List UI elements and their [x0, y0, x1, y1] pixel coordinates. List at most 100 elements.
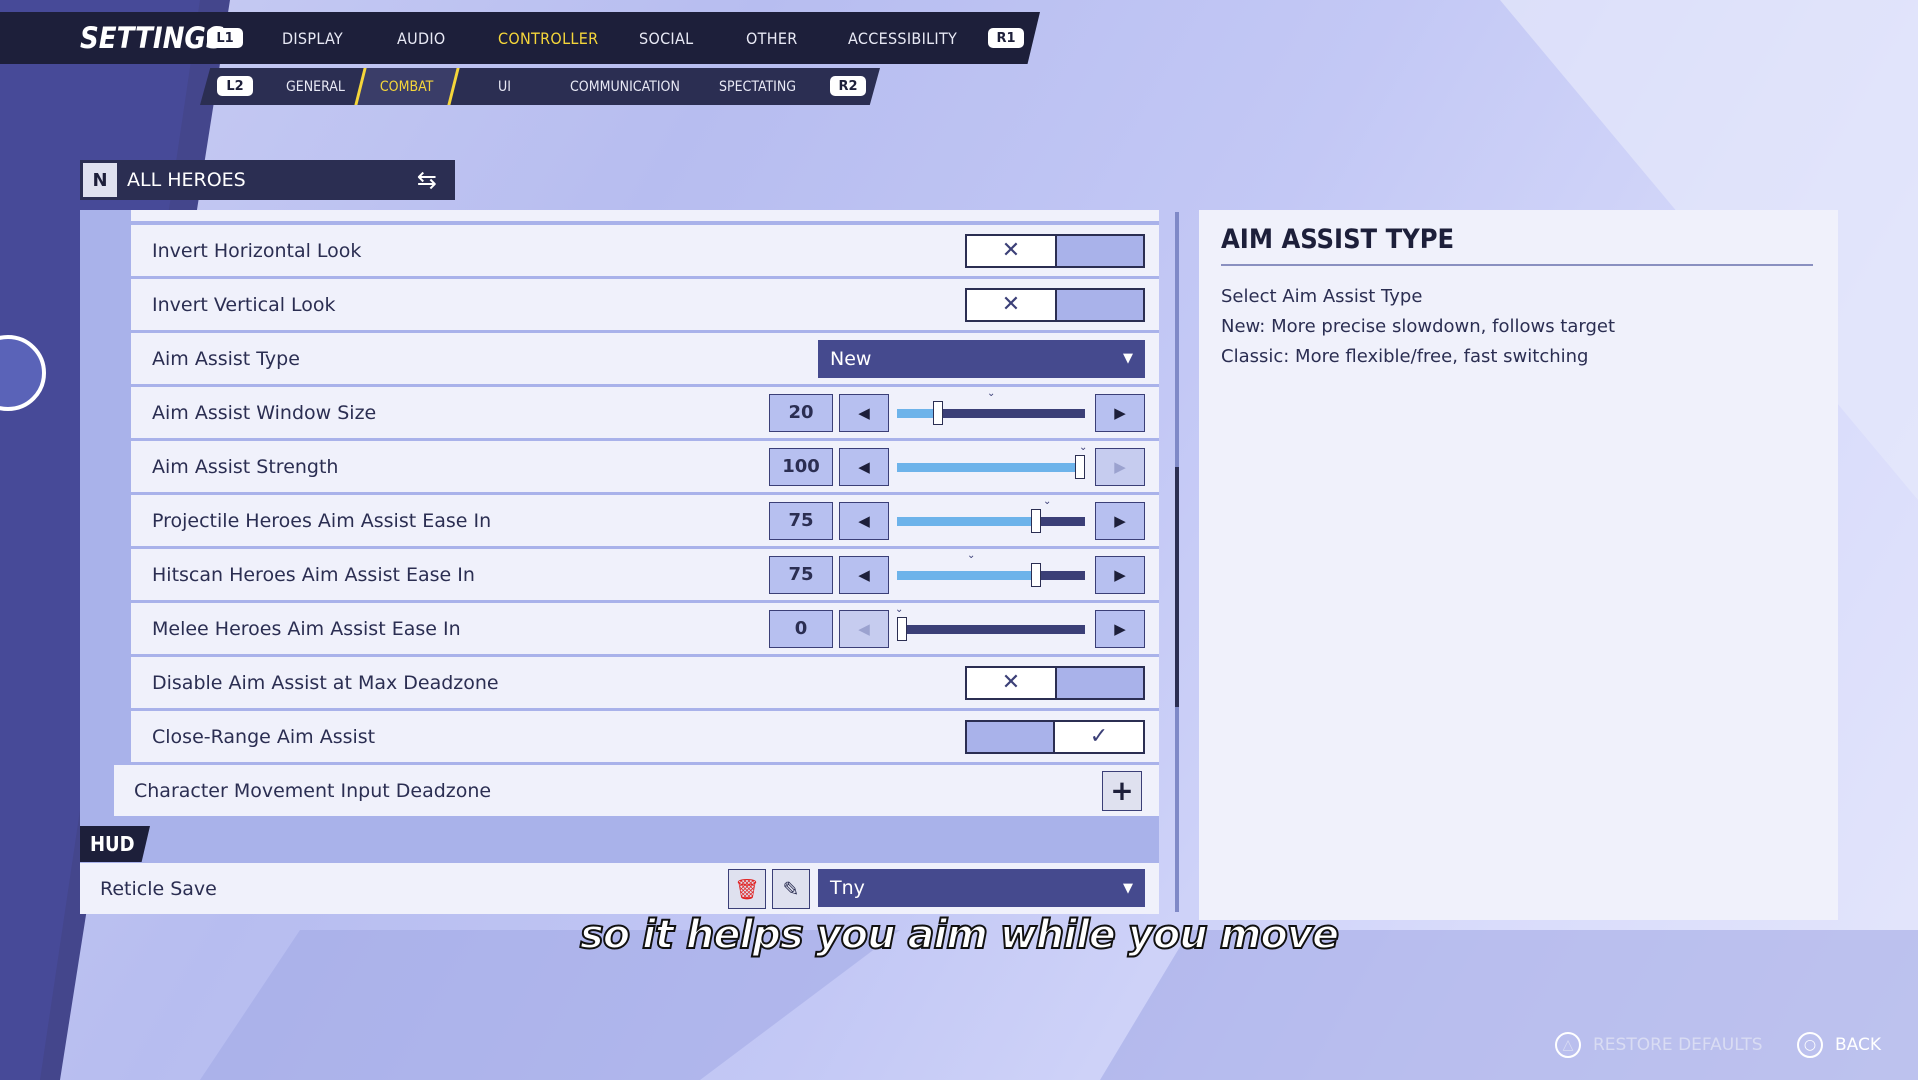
setting-label: Hitscan Heroes Aim Assist Ease In — [152, 563, 475, 586]
setting-label: Invert Vertical Look — [152, 293, 336, 316]
toggle-off-option[interactable]: ✕ — [965, 233, 1057, 268]
info-line: Classic: More flexible/free, fast switch… — [1221, 346, 1589, 367]
r1-badge[interactable]: R1 — [988, 28, 1024, 48]
aim-window-size-slider[interactable]: 20 ◀ ⌄ ▶ — [769, 388, 1145, 432]
setting-reticle-save[interactable]: Reticle Save 🗑 ✎ Tny ▼ — [80, 863, 1159, 914]
decrease-button[interactable]: ◀ — [839, 501, 889, 540]
slider-value: 75 — [769, 555, 833, 594]
setting-aim-window-size[interactable]: Aim Assist Window Size 20 ◀ ⌄ ▶ — [131, 387, 1159, 438]
toggle-off-option[interactable] — [967, 722, 1055, 752]
setting-label: Projectile Heroes Aim Assist Ease In — [152, 509, 492, 532]
aim-assist-type-dropdown[interactable]: New ▼ — [818, 339, 1145, 378]
tab-controller[interactable]: CONTROLLER — [498, 12, 598, 64]
scrollbar-thumb[interactable] — [1175, 467, 1179, 707]
decrease-button[interactable]: ◀ — [839, 393, 889, 432]
slider-fill — [897, 462, 1080, 472]
r2-badge[interactable]: R2 — [830, 76, 866, 96]
invert-horizontal-toggle[interactable]: ✕ — [965, 233, 1145, 268]
slider-track[interactable]: ⌄ — [897, 496, 1085, 533]
increase-button[interactable]: ▶ — [1095, 447, 1145, 486]
setting-label: Invert Horizontal Look — [152, 239, 362, 262]
tab-accessibility[interactable]: ACCESSIBILITY — [848, 12, 957, 64]
close-range-toggle[interactable]: ✓ — [965, 719, 1145, 754]
chevron-down-icon: ▼ — [1123, 351, 1133, 366]
tab-display[interactable]: DISPLAY — [282, 12, 343, 64]
slider-track[interactable]: ⌄ — [897, 550, 1085, 587]
circle-button-icon: ○ — [1797, 1032, 1823, 1058]
aim-strength-slider[interactable]: 100 ◀ ⌄ ▶ — [769, 442, 1145, 486]
restore-defaults-label: RESTORE DEFAULTS — [1593, 1035, 1763, 1055]
subtab-communication[interactable]: COMMUNICATION — [570, 68, 680, 105]
tab-audio[interactable]: AUDIO — [397, 12, 446, 64]
slider-value: 75 — [769, 501, 833, 540]
restore-defaults-button[interactable]: △ RESTORE DEFAULTS — [1555, 1032, 1763, 1058]
subtab-combat[interactable]: COMBAT — [354, 68, 460, 105]
top-nav-bar: SETTINGS L1 DISPLAY AUDIO CONTROLLER SOC… — [0, 12, 1040, 64]
x-icon: ✕ — [1001, 292, 1021, 317]
setting-invert-horizontal[interactable]: Invert Horizontal Look ✕ — [131, 225, 1159, 276]
increase-button[interactable]: ▶ — [1095, 501, 1145, 540]
setting-label: Disable Aim Assist at Max Deadzone — [152, 671, 499, 694]
setting-label: Melee Heroes Aim Assist Ease In — [152, 617, 461, 640]
setting-projectile-ease[interactable]: Projectile Heroes Aim Assist Ease In 75 … — [131, 495, 1159, 546]
back-button[interactable]: ○ BACK — [1797, 1032, 1881, 1058]
hero-selector[interactable]: N ALL HEROES ⇆ — [80, 160, 455, 200]
slider-thumb[interactable] — [933, 400, 943, 425]
setting-aim-assist-type[interactable]: Aim Assist Type New ▼ — [131, 333, 1159, 384]
increase-button[interactable]: ▶ — [1095, 393, 1145, 432]
slider-thumb[interactable] — [897, 616, 907, 641]
setting-melee-ease[interactable]: Melee Heroes Aim Assist Ease In 0 ◀ ⌄ ▶ — [131, 603, 1159, 654]
melee-ease-slider[interactable]: 0 ◀ ⌄ ▶ — [769, 604, 1145, 648]
slider-thumb[interactable] — [1075, 454, 1085, 479]
l1-badge[interactable]: L1 — [207, 28, 243, 48]
info-panel: AIM ASSIST TYPE Select Aim Assist Type N… — [1199, 210, 1838, 920]
setting-movement-deadzone[interactable]: Character Movement Input Deadzone + — [114, 765, 1159, 816]
toggle-on-option[interactable]: ✓ — [1053, 719, 1145, 754]
increase-button[interactable]: ▶ — [1095, 609, 1145, 648]
l2-badge[interactable]: L2 — [217, 76, 253, 96]
tab-social[interactable]: SOCIAL — [639, 12, 693, 64]
subtab-general[interactable]: GENERAL — [286, 68, 345, 105]
increase-button[interactable]: ▶ — [1095, 555, 1145, 594]
invert-vertical-toggle[interactable]: ✕ — [965, 287, 1145, 322]
subtab-combat-label: COMBAT — [380, 78, 434, 95]
decrease-button[interactable]: ◀ — [839, 609, 889, 648]
slider-value: 20 — [769, 393, 833, 432]
toggle-off-option[interactable]: ✕ — [965, 287, 1057, 322]
slider-track[interactable]: ⌄ — [897, 388, 1085, 425]
slider-track[interactable]: ⌄ — [895, 604, 1085, 641]
info-title: AIM ASSIST TYPE — [1221, 224, 1455, 255]
toggle-off-option[interactable]: ✕ — [965, 665, 1057, 700]
edit-icon[interactable]: ✎ — [772, 869, 810, 909]
tab-other[interactable]: OTHER — [746, 12, 798, 64]
trash-icon[interactable]: 🗑 — [728, 869, 766, 909]
subtab-ui[interactable]: UI — [498, 68, 511, 105]
settings-scrollbar[interactable] — [1175, 212, 1179, 912]
setting-invert-vertical[interactable]: Invert Vertical Look ✕ — [131, 279, 1159, 330]
slider-value: 100 — [769, 447, 833, 486]
default-marker-icon: ⌄ — [1079, 441, 1088, 453]
projectile-ease-slider[interactable]: 75 ◀ ⌄ ▶ — [769, 496, 1145, 540]
plus-icon[interactable]: + — [1102, 770, 1142, 811]
decrease-button[interactable]: ◀ — [839, 447, 889, 486]
setting-aim-strength[interactable]: Aim Assist Strength 100 ◀ ⌄ ▶ — [131, 441, 1159, 492]
setting-close-range[interactable]: Close-Range Aim Assist ✓ — [131, 711, 1159, 762]
dropdown-value: Tny — [830, 877, 865, 899]
toggle-on-option[interactable] — [1055, 668, 1143, 698]
decrease-button[interactable]: ◀ — [839, 555, 889, 594]
swap-icon[interactable]: ⇆ — [417, 166, 437, 194]
slider-thumb[interactable] — [1031, 508, 1041, 533]
subtab-spectating[interactable]: SPECTATING — [719, 68, 796, 105]
hitscan-ease-slider[interactable]: 75 ◀ ⌄ ▶ — [769, 550, 1145, 594]
reticle-save-dropdown[interactable]: Tny ▼ — [818, 869, 1145, 907]
slider-track[interactable]: ⌄ — [897, 442, 1087, 479]
setting-disable-max-deadzone[interactable]: Disable Aim Assist at Max Deadzone ✕ — [131, 657, 1159, 708]
setting-hitscan-ease[interactable]: Hitscan Heroes Aim Assist Ease In 75 ◀ ⌄… — [131, 549, 1159, 600]
hero-logo-icon: N — [83, 163, 117, 197]
toggle-on-option[interactable] — [1055, 290, 1143, 320]
slider-thumb[interactable] — [1031, 562, 1041, 587]
x-icon: ✕ — [1001, 670, 1021, 695]
video-subtitle: so it helps you aim while you move — [579, 911, 1340, 959]
disable-max-deadzone-toggle[interactable]: ✕ — [965, 665, 1145, 700]
toggle-on-option[interactable] — [1055, 236, 1143, 266]
